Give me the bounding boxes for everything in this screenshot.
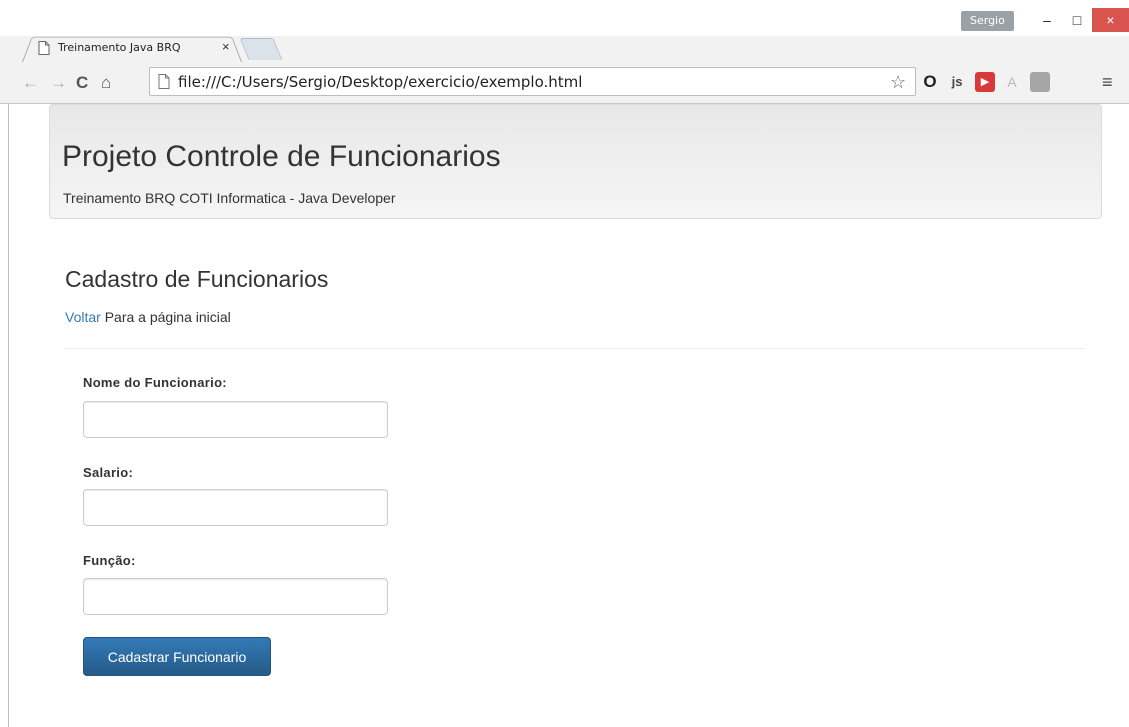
js-icon[interactable]: js [947,72,967,92]
minimize-button[interactable]: – [1032,8,1062,32]
forward-arrow-icon[interactable]: → [50,73,67,93]
page-icon [158,74,170,89]
salario-input[interactable] [83,489,388,526]
divider [65,348,1085,349]
tab-title: Treinamento Java BRQ [58,41,181,54]
nome-label: Nome do Funcionario: [83,375,227,390]
cadastrar-button[interactable]: Cadastrar Funcionario [83,637,271,676]
jumbotron: Projeto Controle de Funcionarios Treinam… [49,104,1102,219]
address-bar[interactable]: file:///C:/Users/Sergio/Desktop/exercici… [149,67,916,96]
section-title: Cadastro de Funcionarios [65,266,329,292]
back-line: Voltar Para a página inicial [65,309,231,325]
close-window-button[interactable]: × [1092,8,1129,32]
page-viewport: Projeto Controle de Funcionarios Treinam… [8,104,1129,727]
angular-icon[interactable]: A [1002,72,1022,92]
nome-input[interactable] [83,401,388,438]
gray-square-icon[interactable] [1030,72,1050,92]
back-line-text: Para a página inicial [100,309,231,325]
back-link[interactable]: Voltar [65,309,101,325]
maximize-button[interactable]: □ [1062,8,1092,32]
reload-icon[interactable]: C [76,73,88,93]
title-bar [0,0,1129,36]
opera-icon[interactable]: O [920,72,940,92]
page-icon [38,41,50,55]
page-title: Projeto Controle de Funcionarios [62,140,501,173]
tab-close-icon[interactable]: × [222,39,230,54]
profile-badge[interactable]: Sergio [961,11,1014,31]
page-subtitle: Treinamento BRQ COTI Informatica - Java … [63,190,396,206]
funcao-input[interactable] [83,578,388,615]
salario-label: Salario: [83,465,134,480]
menu-icon[interactable]: ≡ [1102,72,1113,93]
back-arrow-icon[interactable]: ← [22,73,39,93]
url-text: file:///C:/Users/Sergio/Desktop/exercici… [178,73,583,91]
bookmark-star-icon[interactable]: ☆ [890,72,906,93]
browser-tab[interactable]: Treinamento Java BRQ × [22,34,242,62]
funcao-label: Função: [83,553,136,568]
red-forward-icon[interactable]: ▶ [975,72,995,92]
home-icon[interactable]: ⌂ [101,73,111,93]
